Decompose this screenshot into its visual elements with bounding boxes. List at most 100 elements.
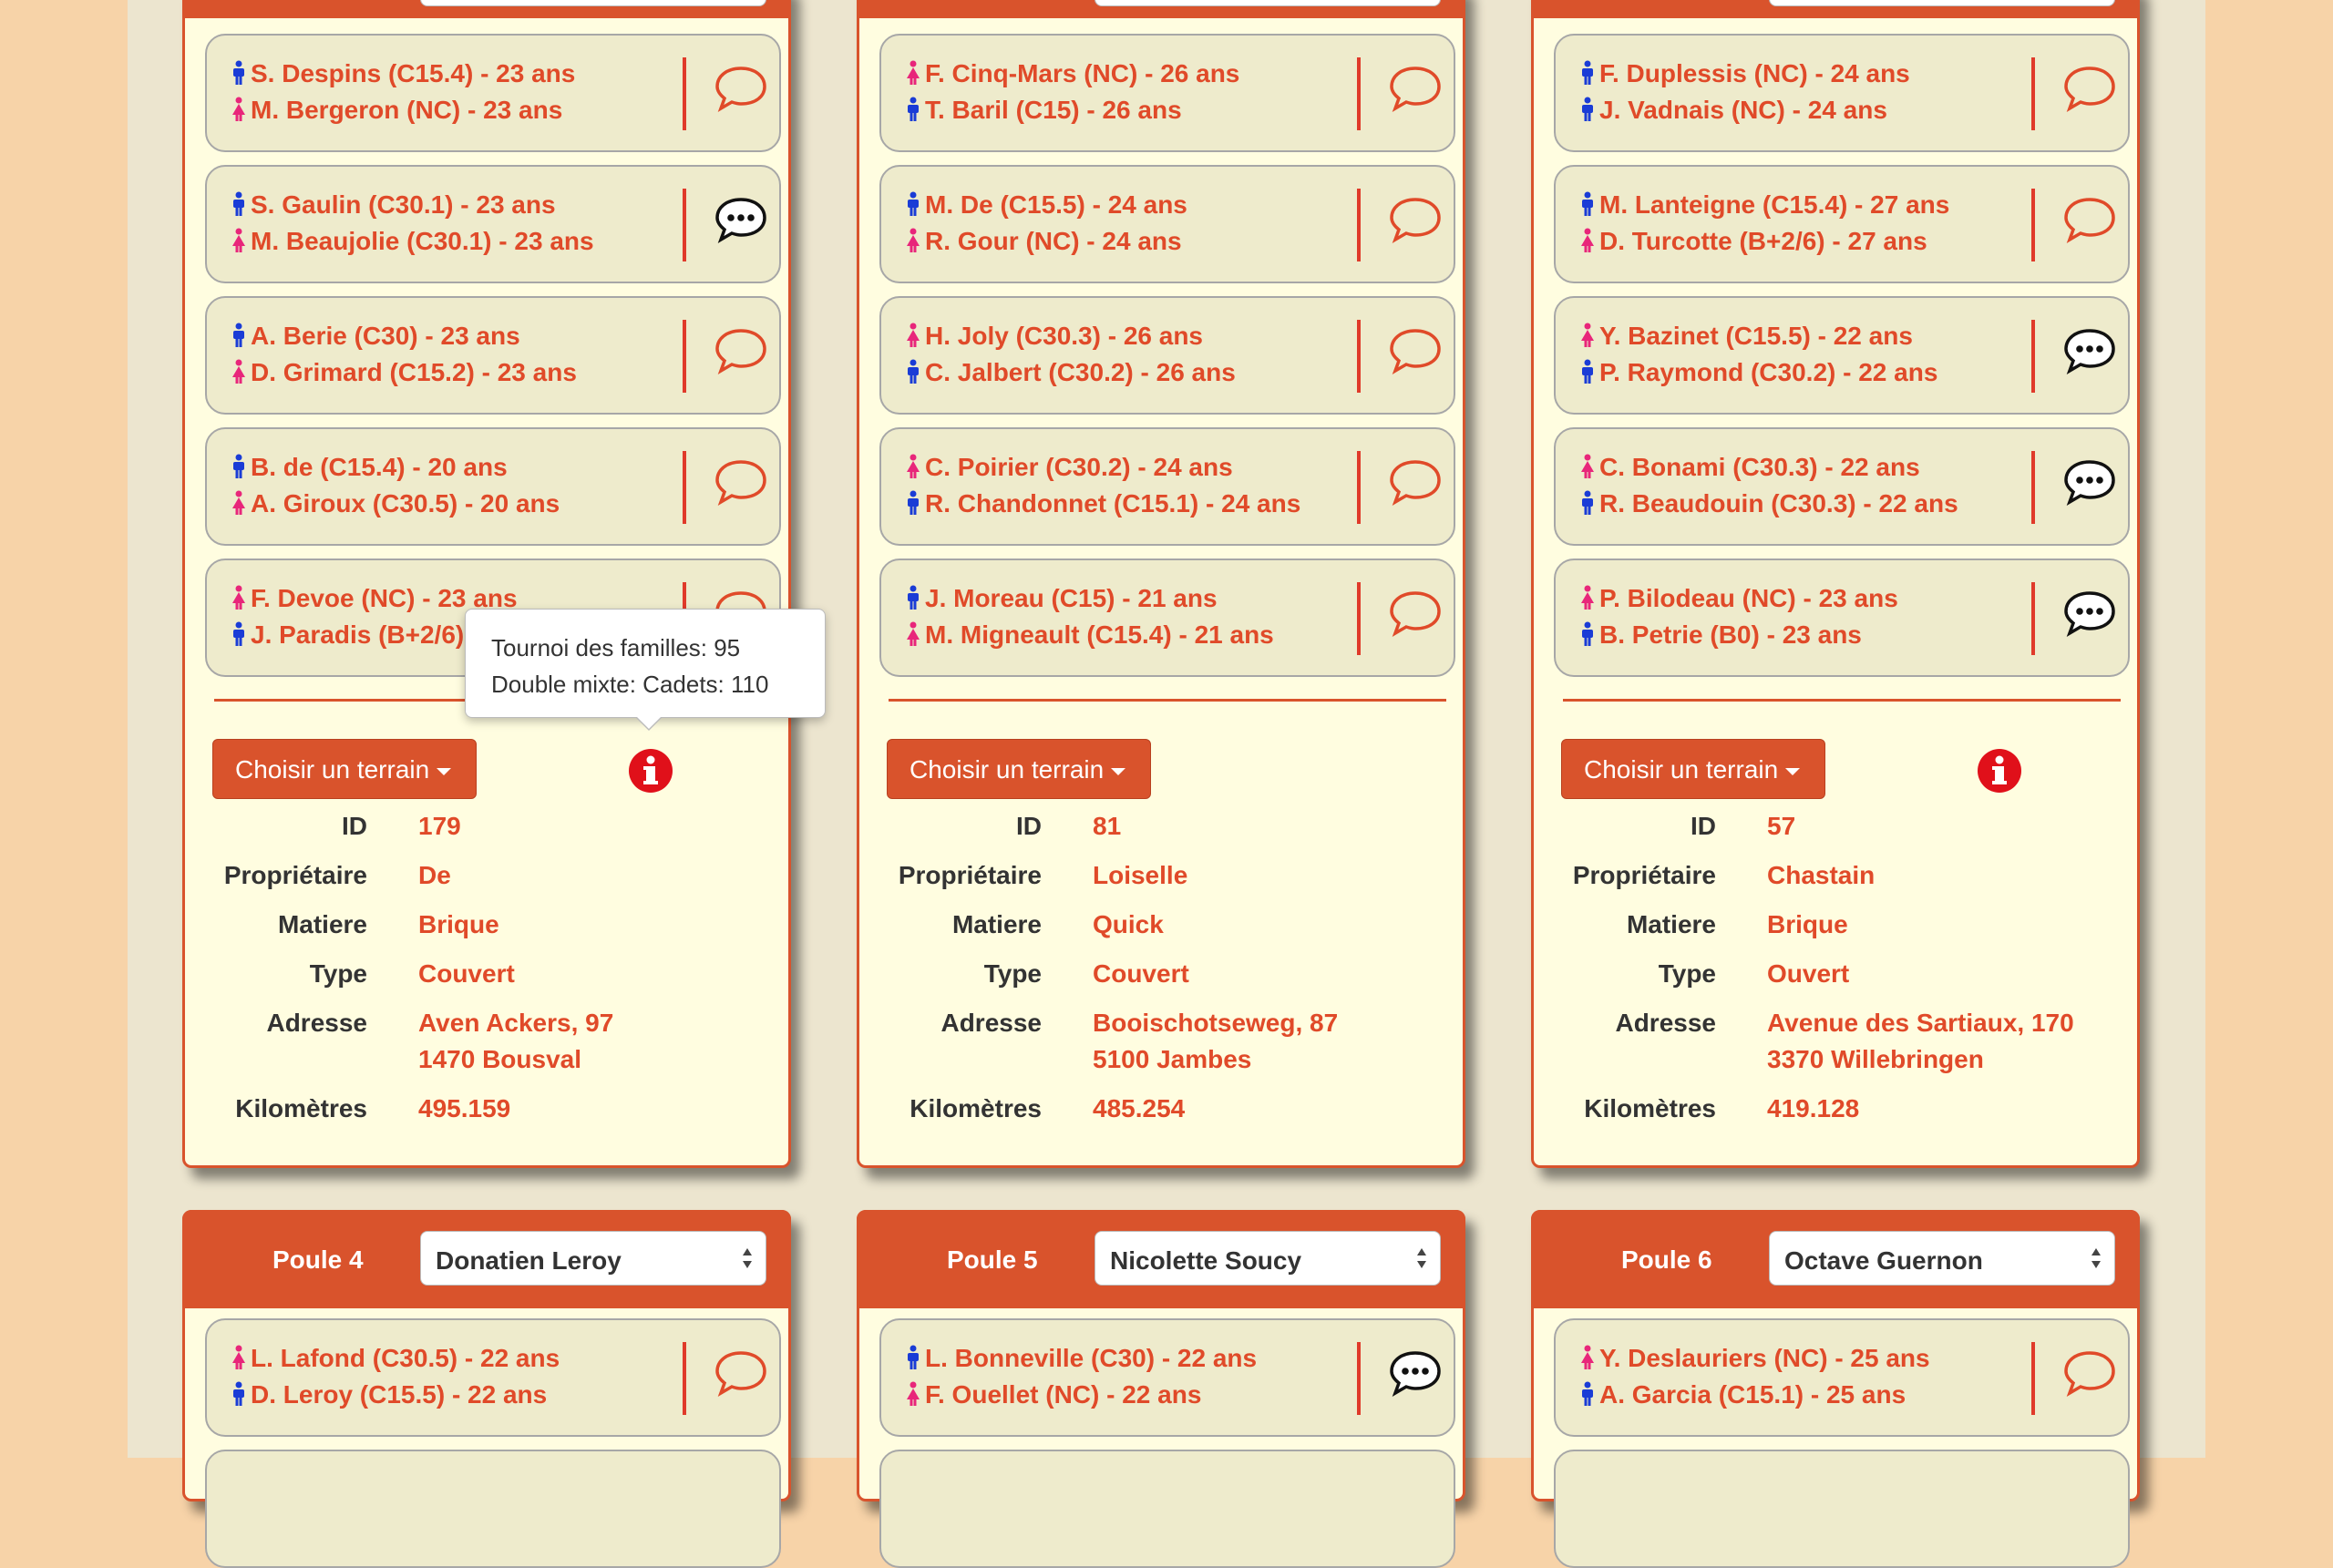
captain-select[interactable]: Nicolette Soucy xyxy=(1095,1231,1441,1286)
player-name: R. Gour (NC) - 24 ans xyxy=(925,227,1182,255)
terrain-button-label: Choisir un terrain xyxy=(910,755,1105,784)
player-name: D. Turcotte (B+2/6) - 27 ans xyxy=(1599,227,1927,255)
captain-select[interactable] xyxy=(1095,0,1441,6)
choose-terrain-button[interactable]: Choisir un terrain xyxy=(887,739,1151,799)
chat-icon[interactable] xyxy=(1388,325,1443,376)
pair-divider xyxy=(2031,320,2035,393)
player-name: J. Moreau (C15) - 21 ans xyxy=(925,584,1218,612)
female-icon xyxy=(231,490,247,516)
chat-icon[interactable] xyxy=(714,456,768,507)
detail-label: Kilomètres xyxy=(235,1094,367,1122)
detail-label: Propriétaire xyxy=(223,861,367,889)
detail-value: 5100 Jambes xyxy=(1093,1045,1252,1073)
chat-icon[interactable] xyxy=(714,1348,768,1399)
player-line: F. Duplessis (NC) - 24 ans xyxy=(1579,59,1910,88)
player-line: M. Beaujolie (C30.1) - 23 ans xyxy=(231,227,594,256)
caret-down-icon xyxy=(437,767,452,775)
pair-card[interactable]: A. Berie (C30) - 23 ans D. Grimard (C15.2… xyxy=(205,296,781,415)
player-name: J. Vadnais (NC) - 24 ans xyxy=(1599,96,1887,124)
pair-card[interactable]: J. Moreau (C15) - 21 ans M. Migneault (C1… xyxy=(879,559,1455,677)
info-icon[interactable] xyxy=(1977,748,2022,794)
pair-card[interactable]: L. Lafond (C30.5) - 22 ans D. Leroy (C15.… xyxy=(205,1318,781,1437)
pair-divider xyxy=(2031,582,2035,655)
player-name: S. Despins (C15.4) - 23 ans xyxy=(251,59,576,87)
female-icon xyxy=(1579,228,1596,253)
tooltip-arrow-fill xyxy=(636,716,662,729)
info-icon[interactable] xyxy=(628,748,673,794)
player-line: S. Despins (C15.4) - 23 ans xyxy=(231,59,575,88)
detail-row: Adresse Aven Ackers, 97 xyxy=(185,1009,797,1049)
pair-card[interactable]: C. Poirier (C30.2) - 24 ans R. Chandonnet… xyxy=(879,427,1455,546)
chat-filled-icon[interactable] xyxy=(2062,325,2117,376)
poule-title: Poule 4 xyxy=(272,1245,364,1274)
player-line: H. Joly (C30.3) - 26 ans xyxy=(905,322,1203,351)
pair-divider xyxy=(1357,320,1361,393)
pair-card[interactable]: M. Lanteigne (C15.4) - 27 ans D. Turcotte… xyxy=(1554,165,2130,283)
pair-divider xyxy=(683,320,686,393)
chat-icon[interactable] xyxy=(1388,194,1443,245)
chat-icon[interactable] xyxy=(2062,194,2117,245)
pair-divider xyxy=(683,189,686,261)
chat-filled-icon[interactable] xyxy=(714,194,768,245)
player-name: B. de (C15.4) - 20 ans xyxy=(251,453,508,481)
captain-select[interactable]: Octave Guernon xyxy=(1769,1231,2115,1286)
male-icon xyxy=(1579,97,1596,122)
pair-card[interactable]: S. Despins (C15.4) - 23 ans M. Bergeron (… xyxy=(205,34,781,152)
section-divider xyxy=(1563,699,2121,702)
captain-select[interactable] xyxy=(420,0,766,6)
poule-title: Poule 5 xyxy=(947,1245,1038,1274)
detail-value: 179 xyxy=(418,812,461,840)
chat-icon[interactable] xyxy=(1388,588,1443,639)
pair-divider xyxy=(2031,451,2035,524)
detail-row: Kilomètres 495.159 xyxy=(185,1094,797,1134)
pair-card[interactable]: B. de (C15.4) - 20 ans A. Giroux (C30.5) … xyxy=(205,427,781,546)
pair-card[interactable]: P. Bilodeau (NC) - 23 ans B. Petrie (B0) … xyxy=(1554,559,2130,677)
pair-card[interactable] xyxy=(879,1450,1455,1568)
pair-card[interactable] xyxy=(1554,1450,2130,1568)
player-name: M. Lanteigne (C15.4) - 27 ans xyxy=(1599,190,1950,219)
chat-filled-icon[interactable] xyxy=(2062,456,2117,507)
chat-icon[interactable] xyxy=(714,63,768,114)
detail-row: Matiere Brique xyxy=(1534,910,2146,950)
detail-row: Type Couvert xyxy=(185,959,797,999)
detail-label: ID xyxy=(1691,812,1716,840)
player-line: D. Grimard (C15.2) - 23 ans xyxy=(231,358,577,387)
female-icon xyxy=(231,228,247,253)
captain-select[interactable] xyxy=(1769,0,2115,6)
detail-label: Adresse xyxy=(940,1009,1042,1037)
captain-select[interactable]: Donatien Leroy xyxy=(420,1231,766,1286)
chat-icon[interactable] xyxy=(2062,1348,2117,1399)
pair-card[interactable]: L. Bonneville (C30) - 22 ans F. Ouellet (… xyxy=(879,1318,1455,1437)
pair-card[interactable]: C. Bonami (C30.3) - 22 ans R. Beaudouin (… xyxy=(1554,427,2130,546)
chat-filled-icon[interactable] xyxy=(2062,588,2117,639)
female-icon xyxy=(1579,1345,1596,1370)
tooltip-line: Double mixte: Cadets: 110 xyxy=(491,671,769,698)
player-name: D. Leroy (C15.5) - 22 ans xyxy=(251,1380,548,1409)
player-name: D. Grimard (C15.2) - 23 ans xyxy=(251,358,577,386)
male-icon xyxy=(231,454,247,479)
pair-card[interactable]: F. Duplessis (NC) - 24 ans J. Vadnais (NC… xyxy=(1554,34,2130,152)
pair-card[interactable]: S. Gaulin (C30.1) - 23 ans M. Beaujolie (… xyxy=(205,165,781,283)
chat-icon[interactable] xyxy=(1388,63,1443,114)
pair-card[interactable]: Y. Deslauriers (NC) - 25 ans A. Garcia (C… xyxy=(1554,1318,2130,1437)
captain-select-value: Octave Guernon xyxy=(1784,1246,1983,1275)
pair-divider xyxy=(683,1342,686,1415)
player-line: M. Bergeron (NC) - 23 ans xyxy=(231,96,562,125)
chat-filled-icon[interactable] xyxy=(1388,1348,1443,1399)
detail-row: ID 81 xyxy=(859,812,1472,852)
pair-card[interactable] xyxy=(205,1450,781,1568)
pair-card[interactable]: H. Joly (C30.3) - 26 ans C. Jalbert (C30.… xyxy=(879,296,1455,415)
male-icon xyxy=(231,1381,247,1407)
pair-card[interactable]: M. De (C15.5) - 24 ans R. Gour (NC) - 24 … xyxy=(879,165,1455,283)
choose-terrain-button[interactable]: Choisir un terrain xyxy=(1561,739,1825,799)
pair-card[interactable]: Y. Bazinet (C15.5) - 22 ans P. Raymond (C… xyxy=(1554,296,2130,415)
chat-icon[interactable] xyxy=(714,325,768,376)
caret-down-icon xyxy=(1111,767,1126,775)
chat-icon[interactable] xyxy=(2062,63,2117,114)
male-icon xyxy=(1579,1381,1596,1407)
chat-icon[interactable] xyxy=(1388,456,1443,507)
pair-card[interactable]: F. Cinq-Mars (NC) - 26 ans T. Baril (C15)… xyxy=(879,34,1455,152)
male-icon xyxy=(1579,359,1596,384)
female-icon xyxy=(905,621,921,647)
choose-terrain-button[interactable]: Choisir un terrain xyxy=(212,739,477,799)
